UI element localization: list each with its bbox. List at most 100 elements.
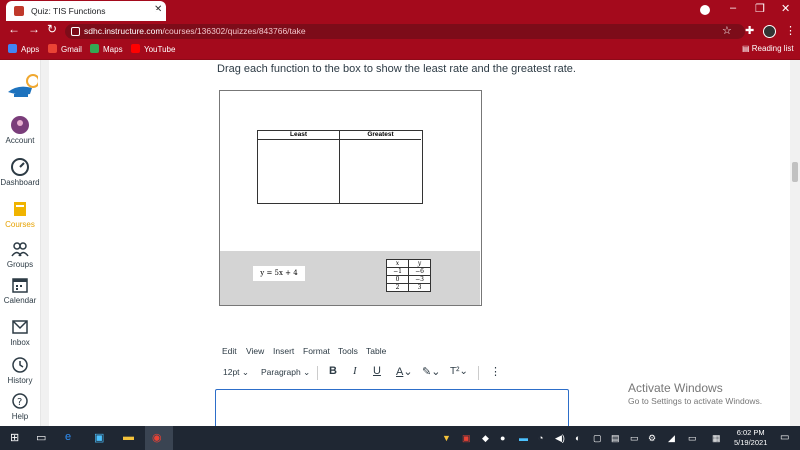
nav-account-label: Account	[5, 136, 35, 145]
url-host: sdhc.instructure.com	[84, 26, 163, 36]
back-icon[interactable]: ←	[8, 22, 20, 36]
bookmark-apps-label: Apps	[21, 45, 40, 54]
canvas-favicon-icon	[14, 6, 24, 16]
function-card-equation[interactable]: y = 5x + 4	[253, 266, 305, 281]
volume-icon[interactable]: ◀)	[555, 433, 565, 444]
tray-icon[interactable]: ▣	[462, 433, 471, 444]
nav-groups[interactable]: Groups	[0, 240, 40, 269]
menu-table[interactable]: Table	[366, 346, 386, 356]
bookmark-gmail[interactable]: Gmail	[48, 44, 82, 54]
windows-start-icon[interactable]: ⊞	[10, 431, 19, 444]
block-format-value: Paragraph	[261, 367, 301, 377]
bookmark-star-icon[interactable]: ☆	[722, 24, 732, 37]
new-tab-button[interactable]: +	[151, 2, 159, 18]
notifications-icon[interactable]: ▭	[780, 432, 789, 443]
tray-icon[interactable]: ▭	[688, 433, 697, 444]
underline-icon[interactable]: U	[373, 365, 381, 377]
tray-icon[interactable]: ▤	[611, 433, 620, 444]
file-explorer-icon[interactable]: ▬	[123, 431, 134, 443]
system-clock[interactable]: 6:02 PM 5/19/2021	[734, 428, 767, 448]
nav-calendar[interactable]: Calendar	[0, 276, 40, 305]
italic-icon[interactable]: I	[353, 365, 357, 377]
network-icon[interactable]: ▦	[712, 433, 721, 444]
answer-editor[interactable]	[215, 389, 569, 431]
nav-inbox[interactable]: Inbox	[0, 318, 40, 347]
table-cell: 3	[408, 283, 431, 292]
nav-courses-label: Courses	[5, 220, 35, 229]
record-indicator-icon	[700, 5, 710, 15]
task-view-icon[interactable]: ▭	[36, 431, 46, 444]
maps-icon	[90, 44, 99, 53]
bold-icon[interactable]: B	[329, 365, 337, 377]
table-cell: 2	[386, 283, 409, 292]
tray-icon[interactable]: ●	[500, 433, 505, 443]
tray-icon[interactable]: ◢	[668, 433, 675, 444]
minimize-icon[interactable]: –	[730, 2, 736, 14]
url-text[interactable]: sdhc.instructure.com/courses/136302/quiz…	[84, 26, 306, 36]
menu-insert[interactable]: Insert	[273, 346, 294, 356]
nav-history[interactable]: History	[0, 356, 40, 385]
windows-taskbar	[0, 426, 800, 450]
reload-icon[interactable]: ↻	[47, 22, 57, 36]
tray-icon[interactable]: ◐	[575, 433, 580, 443]
nav-history-label: History	[7, 376, 33, 385]
groups-icon	[11, 240, 29, 258]
browser-tab[interactable]: Quiz: TIS Functions ✕	[6, 1, 166, 21]
edge-browser-icon[interactable]: e	[65, 431, 71, 443]
bookmark-youtube[interactable]: YouTube	[131, 44, 175, 54]
text-color-icon[interactable]: A⌄	[396, 365, 413, 378]
bookmark-maps[interactable]: Maps	[90, 44, 123, 54]
tray-icon[interactable]: ⚙	[648, 433, 656, 444]
tray-icon[interactable]: ◔	[538, 433, 543, 443]
tray-icon[interactable]: ▢	[593, 433, 602, 444]
reading-list[interactable]: ▤ Reading list	[742, 44, 794, 53]
nav-courses[interactable]: Courses	[0, 200, 40, 229]
bookmark-apps[interactable]: Apps	[8, 44, 39, 54]
lamp-logo-icon[interactable]	[6, 72, 40, 105]
nav-inbox-label: Inbox	[10, 338, 30, 347]
function-card-table[interactable]: x y −1 −6 0 −3 2 3	[386, 259, 431, 292]
clock-time: 6:02 PM	[736, 428, 765, 437]
more-options-icon[interactable]: ⋮	[490, 365, 501, 378]
bookmark-maps-label: Maps	[103, 45, 123, 54]
menu-edit[interactable]: Edit	[222, 346, 237, 356]
nav-calendar-label: Calendar	[3, 296, 37, 305]
watermark-subtitle: Go to Settings to activate Windows.	[628, 396, 763, 406]
window-close-icon[interactable]: ✕	[781, 2, 790, 15]
gmail-icon	[48, 44, 57, 53]
nav-dashboard[interactable]: Dashboard	[0, 158, 40, 187]
tab-title: Quiz: TIS Functions	[31, 6, 106, 16]
table-row: 2 3	[386, 283, 431, 292]
menu-format[interactable]: Format	[303, 346, 330, 356]
tray-icon[interactable]: ▭	[630, 433, 639, 444]
courses-book-icon	[11, 200, 29, 218]
chevron-down-icon: ⌄	[303, 367, 311, 377]
menu-view[interactable]: View	[246, 346, 264, 356]
help-icon: ?	[11, 392, 29, 410]
maximize-icon[interactable]: ❐	[755, 2, 765, 15]
store-icon[interactable]: ▣	[94, 431, 104, 444]
nav-help[interactable]: ? Help	[0, 392, 40, 421]
extensions-icon[interactable]: ✚	[745, 24, 754, 37]
page-scrollbar[interactable]	[790, 60, 800, 426]
page-scrollbar-thumb[interactable]	[792, 162, 798, 182]
least-drop-zone[interactable]	[258, 140, 339, 202]
block-format-select[interactable]: Paragraph ⌄	[261, 367, 310, 378]
nav-dashboard-label: Dashboard	[0, 178, 40, 187]
forward-icon[interactable]: →	[28, 22, 40, 36]
menu-tools[interactable]: Tools	[338, 346, 358, 356]
tray-icon[interactable]: ◆	[482, 433, 489, 444]
lock-icon[interactable]	[71, 27, 80, 36]
global-nav-scrollbar[interactable]	[41, 60, 49, 426]
nav-account[interactable]: Account	[0, 116, 40, 145]
bookmark-youtube-label: YouTube	[144, 45, 176, 54]
highlight-color-icon[interactable]: ✎⌄	[422, 365, 440, 378]
tray-icon[interactable]: ▬	[519, 433, 528, 443]
profile-avatar[interactable]	[763, 25, 776, 38]
toolbar-divider	[478, 366, 479, 380]
superscript-icon[interactable]: T²⌄	[450, 366, 468, 377]
greatest-drop-zone[interactable]	[340, 140, 421, 202]
font-size-select[interactable]: 12pt ⌄	[223, 367, 249, 378]
tray-icon[interactable]: ▼	[442, 433, 451, 443]
browser-menu-icon[interactable]: ⋮	[785, 24, 796, 37]
